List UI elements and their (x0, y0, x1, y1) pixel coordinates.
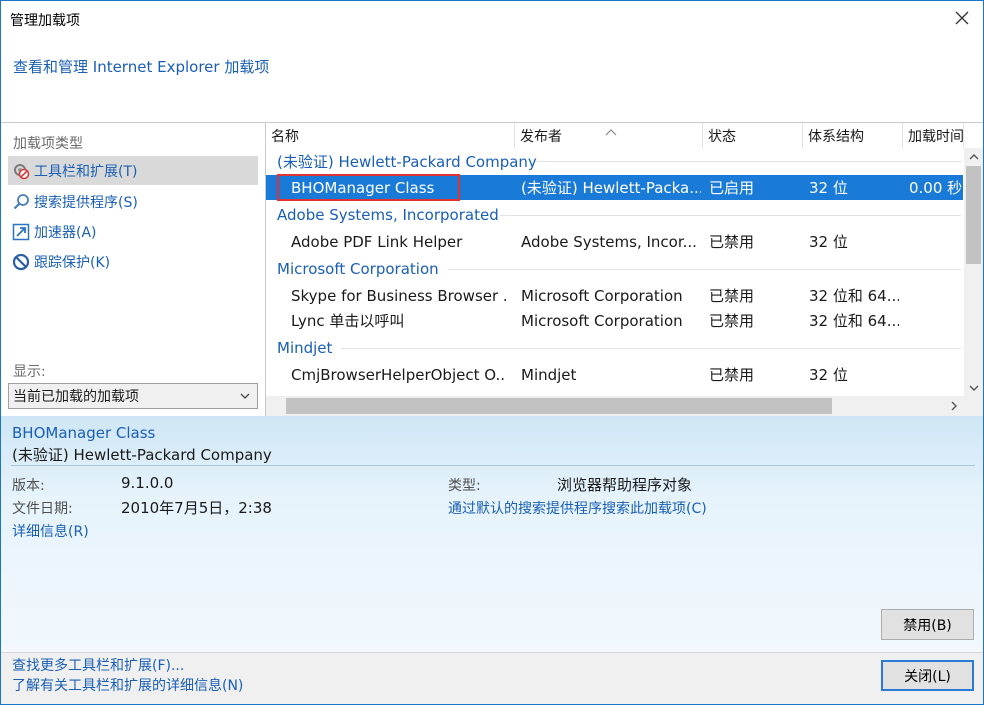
cell-status: 已禁用 (709, 366, 755, 384)
file-date-label: 文件日期: (12, 501, 73, 517)
sidebar-item-tracking-protection[interactable]: 跟踪保护(K) (8, 247, 258, 276)
column-header-name[interactable]: 名称 (266, 123, 515, 148)
cell-architecture: 32 位和 64... (809, 287, 899, 305)
column-header-load-time[interactable]: 加载时间 (903, 123, 964, 148)
sidebar-item-label: 跟踪保护(K) (34, 254, 111, 271)
group-divider (536, 161, 961, 162)
horizontal-scrollbar[interactable] (266, 396, 964, 416)
group-divider (448, 269, 961, 270)
cell-status: 已禁用 (709, 287, 755, 305)
table-row-lync[interactable]: Lync 单击以呼叫 Microsoft Corporation 已禁用 32 … (266, 308, 963, 333)
group-header-hp: (未验证) Hewlett-Packard Company (277, 152, 537, 171)
disable-button[interactable]: 禁用(B) (881, 609, 974, 640)
table-row-adobe-pdf[interactable]: Adobe PDF Link Helper Adobe Systems, Inc… (266, 229, 963, 254)
prohibited-icon (11, 252, 31, 272)
group-divider (500, 215, 961, 216)
close-button[interactable]: 关闭(L) (881, 660, 974, 691)
type-label: 类型: (448, 478, 481, 494)
scroll-down-icon[interactable] (964, 379, 983, 396)
cell-publisher: Microsoft Corporation (521, 286, 683, 305)
column-header-label: 状态 (708, 128, 736, 145)
cell-architecture: 32 位 (809, 366, 848, 384)
scrollbar-corner (964, 396, 983, 416)
sort-ascending-icon (605, 124, 617, 140)
column-header-label: 体系结构 (808, 128, 864, 145)
cell-publisher: Microsoft Corporation (521, 311, 683, 330)
column-header-architecture[interactable]: 体系结构 (803, 123, 903, 148)
window-subtitle: 查看和管理 Internet Explorer 加载项 (13, 58, 270, 76)
vertical-scroll-thumb[interactable] (966, 166, 981, 264)
group-header-adobe: Adobe Systems, Incorporated (277, 206, 499, 224)
chevron-down-icon (239, 390, 251, 406)
cell-name: CmjBrowserHelperObject O... (291, 365, 506, 384)
close-icon[interactable] (953, 9, 971, 27)
find-more-toolbars-link[interactable]: 查找更多工具栏和扩展(F)... (12, 655, 184, 675)
vertical-scrollbar[interactable] (964, 148, 983, 396)
column-header-label: 发布者 (520, 128, 562, 145)
file-date-value: 2010年7月5日，2:38 (121, 499, 272, 517)
table-row-bhomanager[interactable]: BHOManager Class (未验证) Hewlett-Packa... … (266, 175, 963, 200)
details-publisher: (未验证) Hewlett-Packard Company (12, 446, 272, 464)
gear-plugin-icon (11, 161, 31, 181)
addon-types-label: 加载项类型 (13, 136, 83, 152)
addon-list: 名称 发布者 状态 体系结构 加载时间 (未验证) Hewlett-Packar… (266, 123, 983, 416)
cell-publisher: Mindjet (521, 365, 577, 384)
table-row-skype[interactable]: Skype for Business Browser ... Microsoft… (266, 283, 963, 308)
cell-architecture: 32 位 (809, 179, 848, 197)
sidebar-item-label: 搜索提供程序(S) (34, 194, 138, 211)
cell-status: 已启用 (709, 179, 755, 197)
addon-types-pane: 加载项类型 工具栏和扩展(T) 搜索提供程序(S) 加速器(A) 跟踪保护(K)… (1, 123, 265, 416)
sidebar-item-toolbars[interactable]: 工具栏和扩展(T) (8, 156, 258, 185)
version-value: 9.1.0.0 (121, 474, 174, 492)
footer-bar: 查找更多工具栏和扩展(F)... 了解有关工具栏和扩展的详细信息(N) 关闭(L… (1, 652, 983, 704)
manage-addons-window: 管理加载项 查看和管理 Internet Explorer 加载项 加载项类型 … (0, 0, 984, 705)
sidebar-item-accelerators[interactable]: 加速器(A) (8, 217, 258, 246)
details-panel: BHOManager Class (未验证) Hewlett-Packard C… (1, 416, 983, 652)
group-header-mindjet: Mindjet (277, 339, 333, 357)
sidebar-item-search-providers[interactable]: 搜索提供程序(S) (8, 187, 258, 216)
type-value: 浏览器帮助程序对象 (557, 476, 693, 494)
details-addon-name: BHOManager Class (12, 424, 156, 442)
show-filter-value: 当前已加载的加载项 (13, 389, 139, 405)
cell-name: Adobe PDF Link Helper (291, 232, 463, 251)
search-icon (11, 192, 31, 212)
table-row-cmjbrowser[interactable]: CmjBrowserHelperObject O... Mindjet 已禁用 … (266, 362, 963, 387)
details-divider (11, 465, 975, 466)
cell-name: Skype for Business Browser ... (291, 286, 506, 305)
cell-architecture: 32 位和 64... (809, 312, 899, 330)
show-label: 显示: (13, 364, 46, 380)
show-filter-dropdown[interactable]: 当前已加载的加载项 (8, 383, 258, 409)
more-info-link[interactable]: 详细信息(R) (12, 521, 89, 541)
cell-load-time: 0.00 秒 (909, 179, 963, 197)
cell-name: BHOManager Class (291, 178, 435, 197)
group-header-microsoft: Microsoft Corporation (277, 260, 439, 278)
sidebar-item-label: 加速器(A) (34, 224, 97, 241)
horizontal-scroll-thumb[interactable] (286, 398, 832, 414)
cell-status: 已禁用 (709, 312, 755, 330)
window-title: 管理加载项 (10, 13, 80, 29)
scroll-up-icon[interactable] (964, 148, 983, 165)
group-divider (341, 348, 961, 349)
sidebar-item-label: 工具栏和扩展(T) (34, 163, 138, 180)
title-bar: 管理加载项 (1, 1, 983, 39)
column-header-label: 名称 (271, 128, 299, 145)
cell-architecture: 32 位 (809, 233, 848, 251)
cell-name: Lync 单击以呼叫 (291, 312, 405, 330)
cell-publisher: Adobe Systems, Incor... (521, 232, 697, 251)
cell-publisher: (未验证) Hewlett-Packa... (521, 179, 701, 197)
scroll-right-icon[interactable] (944, 396, 964, 416)
accelerator-icon (11, 222, 31, 242)
cell-status: 已禁用 (709, 233, 755, 251)
learn-more-toolbars-link[interactable]: 了解有关工具栏和扩展的详细信息(N) (12, 675, 243, 695)
column-header-label: 加载时间 (908, 128, 964, 145)
column-header-status[interactable]: 状态 (703, 123, 803, 148)
version-label: 版本: (12, 478, 45, 494)
search-addon-link[interactable]: 通过默认的搜索提供程序搜索此加载项(C) (448, 498, 707, 518)
